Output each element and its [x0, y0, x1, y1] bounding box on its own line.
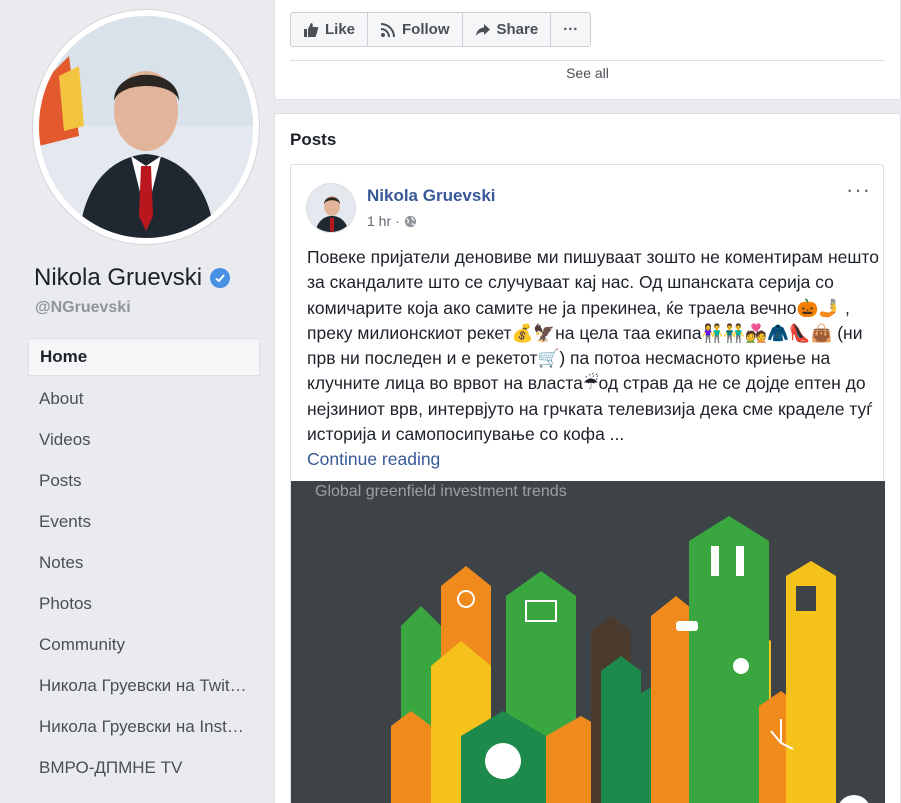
post-text: Повеке пријатели деновиве ми пишуваат зо… — [307, 247, 879, 445]
page-handle[interactable]: @NGruevski — [35, 299, 131, 317]
ellipsis-icon: ··· — [563, 21, 579, 38]
share-label: Share — [496, 21, 539, 38]
sidebar-item-events[interactable]: Events — [28, 501, 260, 542]
post: Nikola Gruevski 1 hr · ··· Повеке пријат… — [290, 164, 885, 803]
post-options-icon[interactable]: ··· — [846, 179, 871, 201]
posts-section: Posts Nikola Gruevski 1 hr · ··· Повеке … — [274, 113, 901, 803]
post-author-avatar[interactable] — [306, 183, 356, 233]
like-label: Like — [325, 21, 356, 38]
sidebar-item-home[interactable]: Home — [28, 338, 260, 376]
post-image[interactable]: Global greenfield investment trends — [291, 481, 885, 803]
rss-icon — [380, 22, 396, 37]
sidebar-item-community[interactable]: Community — [28, 624, 260, 665]
sidebar-item-photos[interactable]: Photos — [28, 583, 260, 624]
follow-label: Follow — [402, 21, 450, 38]
post-author-name[interactable]: Nikola Gruevski — [367, 186, 496, 206]
more-options-button[interactable]: ··· — [551, 13, 590, 46]
divider — [290, 60, 885, 61]
sidebar-nav: Home About Videos Posts Events Notes Pho… — [28, 338, 260, 788]
profile-photo — [39, 16, 253, 238]
sidebar-item-posts[interactable]: Posts — [28, 460, 260, 501]
sidebar-item-about[interactable]: About — [28, 378, 260, 419]
posts-heading: Posts — [290, 130, 337, 149]
sidebar-item-instagram[interactable]: Никола Груевски на Inst… — [28, 706, 260, 747]
share-icon — [475, 23, 490, 36]
sidebar-item-notes[interactable]: Notes — [28, 542, 260, 583]
left-column: Nikola Gruevski @NGruevski Home About Vi… — [0, 0, 273, 803]
follow-button[interactable]: Follow — [368, 13, 463, 46]
sidebar-item-tv[interactable]: ВМРО-ДПМНЕ TV — [28, 747, 260, 788]
meta-separator: · — [395, 213, 400, 229]
page-title[interactable]: Nikola Gruevski — [34, 264, 202, 292]
globe-icon[interactable] — [404, 215, 417, 228]
verified-badge-icon — [210, 268, 231, 288]
author-photo — [307, 184, 355, 232]
thumbs-up-icon — [304, 22, 319, 37]
continue-reading-link[interactable]: Continue reading — [307, 449, 440, 469]
like-button[interactable]: Like — [291, 13, 369, 46]
avatar — [39, 16, 253, 238]
page-actions-card: Like Follow Share ··· See all — [274, 0, 901, 100]
sidebar-item-videos[interactable]: Videos — [28, 419, 260, 460]
infographic-illustration — [391, 516, 836, 803]
see-all-link[interactable]: See all — [275, 65, 900, 81]
share-button[interactable]: Share — [463, 13, 552, 46]
post-timestamp[interactable]: 1 hr — [367, 213, 391, 229]
action-buttons: Like Follow Share ··· — [290, 12, 592, 47]
post-meta: 1 hr · — [367, 213, 417, 229]
post-body: Повеке пријатели деновиве ми пишуваат зо… — [307, 245, 879, 473]
profile-picture[interactable] — [33, 10, 259, 244]
sidebar-item-twitter[interactable]: Никола Груевски на Twit… — [28, 665, 260, 706]
